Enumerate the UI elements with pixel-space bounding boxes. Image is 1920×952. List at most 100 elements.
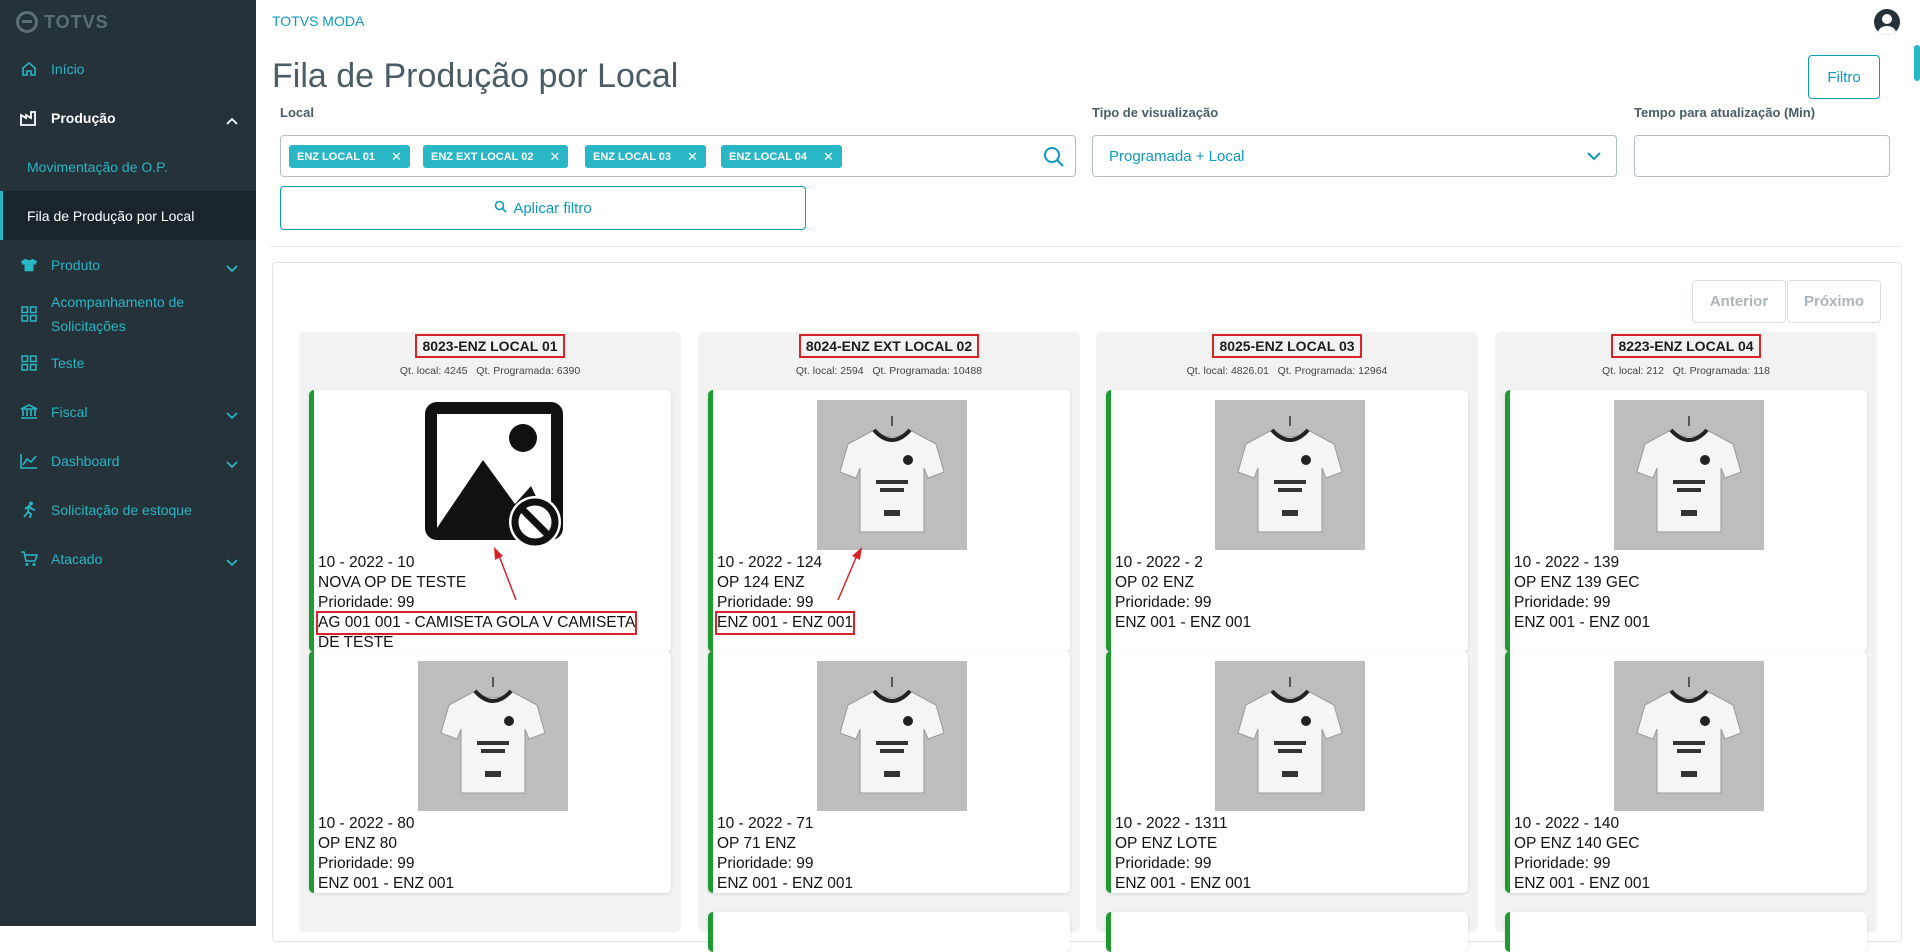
card-line-l4: ENZ 001 - ENZ 001 xyxy=(318,875,455,892)
production-order-card[interactable]: 10 - 2022 - 124 OP 124 ENZ Prioridade: 99 E… xyxy=(708,390,1070,652)
annotation-arrow xyxy=(494,547,517,601)
search-icon xyxy=(494,200,507,217)
card-line-l2: OP ENZ LOTE xyxy=(1115,835,1218,852)
card-line-l2: OP 02 ENZ xyxy=(1115,574,1194,591)
card-line-l5: DE TESTE xyxy=(318,634,394,651)
sidebar-subitem-movimentacao[interactable]: Movimentação de O.P. xyxy=(0,142,256,191)
remove-tag-icon[interactable]: ✕ xyxy=(391,149,402,165)
local-tag-label: ENZ LOCAL 04 xyxy=(729,150,808,163)
card-line-l4: AG 001 001 - CAMISETA GOLA V CAMISETA xyxy=(315,611,638,635)
sidebar-item-acompanhamento[interactable]: Acompanhamento de Solicitações xyxy=(0,289,256,338)
sidebar: TOTVS Início Produção Movimentação de O.… xyxy=(0,0,256,926)
column-title-wrap: 8023-ENZ LOCAL 01 xyxy=(299,334,681,358)
local-label: Local xyxy=(280,105,314,120)
card-line-l3: Prioridade: 99 xyxy=(318,855,415,872)
logo-text: TOTVS xyxy=(44,11,109,32)
filter-button[interactable]: Filtro xyxy=(1808,55,1880,99)
card-text: 10 - 2022 - 71 OP 71 ENZ Prioridade: 99 ENZ… xyxy=(717,814,853,894)
sidebar-item-teste[interactable]: Teste xyxy=(0,338,256,387)
card-line-l2: OP ENZ 139 GEC xyxy=(1514,574,1640,591)
product-image xyxy=(1214,661,1365,811)
apply-filter-button[interactable]: Aplicar filtro xyxy=(280,186,806,230)
apply-filter-label: Aplicar filtro xyxy=(513,199,592,217)
card-line-l1: 10 - 2022 - 80 xyxy=(318,815,415,832)
card-line-l1: 10 - 2022 - 1311 xyxy=(1115,815,1228,832)
production-order-card[interactable]: 10 - 2022 - 140 OP ENZ 140 GEC Prioridade:… xyxy=(1505,651,1867,893)
queue-column: 8025-ENZ LOCAL 03 Qt. local: 4826.01 Qt. … xyxy=(1096,332,1478,952)
sidebar-item-label: Produto xyxy=(51,256,101,273)
local-tag: ENZ LOCAL 01 ✕ xyxy=(289,145,410,168)
column-stats: Qt. local: 4826.01 Qt. Programada: 12964 xyxy=(1186,365,1388,377)
card-line-l3: Prioridade: 99 xyxy=(1514,594,1611,611)
previous-page-button[interactable]: Anterior xyxy=(1692,280,1786,323)
card-text: 10 - 2022 - 140 OP ENZ 140 GEC Prioridade:… xyxy=(1514,814,1650,894)
page-title: Fila de Produção por Local xyxy=(272,57,679,95)
local-tag: ENZ LOCAL 03 ✕ xyxy=(585,145,706,168)
main-content: TOTVS MODA Fila de Produção por Local Fi… xyxy=(256,0,1920,952)
card-line-l2: OP ENZ 140 GEC xyxy=(1514,835,1640,852)
product-image xyxy=(816,400,967,550)
chevron-down-icon xyxy=(1586,149,1602,166)
sidebar-item-inicio[interactable]: Início xyxy=(0,44,256,93)
column-title: 8025-ENZ LOCAL 03 xyxy=(1212,334,1362,358)
remove-tag-icon[interactable]: ✕ xyxy=(549,149,560,165)
local-tag-label: ENZ LOCAL 01 xyxy=(297,150,376,163)
grid-icon xyxy=(20,305,38,323)
production-order-card[interactable] xyxy=(1505,912,1867,952)
view-type-select[interactable]: Programada + Local xyxy=(1092,135,1617,177)
local-multiselect[interactable]: ENZ LOCAL 01 ✕ ENZ EXT LOCAL 02 ✕ ENZ LO… xyxy=(280,135,1076,177)
product-image xyxy=(417,661,568,811)
factory-icon xyxy=(20,109,38,127)
annotation-arrow xyxy=(837,547,862,601)
sidebar-subitem-fila-producao[interactable]: Fila de Produção por Local xyxy=(0,191,256,240)
sidebar-item-label-line1: Acompanhamento de xyxy=(51,293,185,310)
sidebar-item-label: Atacado xyxy=(51,550,103,567)
production-order-card[interactable]: 10 - 2022 - 10 NOVA OP DE TESTE Prioridade… xyxy=(309,390,671,652)
column-title: 8223-ENZ LOCAL 04 xyxy=(1611,334,1761,358)
column-title: 8024-ENZ EXT LOCAL 02 xyxy=(798,334,980,358)
sidebar-item-producao[interactable]: Produção xyxy=(0,93,256,142)
card-line-l2: OP ENZ 80 xyxy=(318,835,397,852)
refresh-time-input[interactable] xyxy=(1634,135,1890,177)
logo: TOTVS xyxy=(0,0,256,44)
sidebar-item-label: Início xyxy=(51,60,85,77)
refresh-time-label: Tempo para atualização (Min) xyxy=(1634,105,1816,120)
sidebar-item-dashboard[interactable]: Dashboard xyxy=(0,436,256,485)
chart-icon xyxy=(20,452,38,470)
card-line-l4: ENZ 001 - ENZ 001 xyxy=(717,875,854,892)
column-title-wrap: 8024-ENZ EXT LOCAL 02 xyxy=(698,334,1080,358)
next-page-button[interactable]: Próximo xyxy=(1787,280,1881,323)
sidebar-item-solicitacao-estoque[interactable]: Solicitação de estoque xyxy=(0,485,256,534)
product-image xyxy=(1613,661,1764,811)
card-line-l4: ENZ 001 - ENZ 001 xyxy=(1514,614,1651,631)
user-avatar-icon[interactable] xyxy=(1874,9,1900,35)
totvs-logo-icon xyxy=(16,11,38,33)
chevron-down-icon xyxy=(226,554,238,570)
production-order-card[interactable]: 10 - 2022 - 1311 OP ENZ LOTE Prioridade: 9… xyxy=(1106,651,1468,893)
sidebar-subitem-label: Movimentação de O.P. xyxy=(27,158,168,175)
production-order-card[interactable]: 10 - 2022 - 139 OP ENZ 139 GEC Prioridade:… xyxy=(1505,390,1867,652)
production-order-card[interactable] xyxy=(708,912,1070,952)
shirt-icon xyxy=(20,256,38,274)
production-order-card[interactable] xyxy=(1106,912,1468,952)
card-line-l3: Prioridade: 99 xyxy=(1514,855,1611,872)
card-line-l1: 10 - 2022 - 10 xyxy=(318,554,415,571)
sidebar-item-label: Fiscal xyxy=(51,403,88,420)
remove-tag-icon[interactable]: ✕ xyxy=(823,149,834,165)
sidebar-item-fiscal[interactable]: Fiscal xyxy=(0,387,256,436)
sidebar-item-produto[interactable]: Produto xyxy=(0,240,256,289)
card-line-l1: 10 - 2022 - 71 xyxy=(717,815,814,832)
scrollbar[interactable] xyxy=(1914,45,1920,81)
home-icon xyxy=(20,60,38,78)
card-line-l4: ENZ 001 - ENZ 001 xyxy=(1514,875,1651,892)
production-order-card[interactable]: 10 - 2022 - 71 OP 71 ENZ Prioridade: 99 ENZ… xyxy=(708,651,1070,893)
card-line-l1: 10 - 2022 - 139 xyxy=(1514,554,1620,571)
production-order-card[interactable]: 10 - 2022 - 80 OP ENZ 80 Prioridade: 99 ENZ… xyxy=(309,651,671,893)
production-order-card[interactable]: 10 - 2022 - 2 OP 02 ENZ Prioridade: 99 ENZ … xyxy=(1106,390,1468,652)
remove-tag-icon[interactable]: ✕ xyxy=(687,149,698,165)
queue-column: 8023-ENZ LOCAL 01 Qt. local: 4245 Qt. Pro… xyxy=(299,332,681,932)
search-icon[interactable] xyxy=(1043,146,1065,173)
sidebar-item-atacado[interactable]: Atacado xyxy=(0,534,256,583)
running-icon xyxy=(20,501,38,519)
local-tag: ENZ EXT LOCAL 02 ✕ xyxy=(423,145,569,168)
